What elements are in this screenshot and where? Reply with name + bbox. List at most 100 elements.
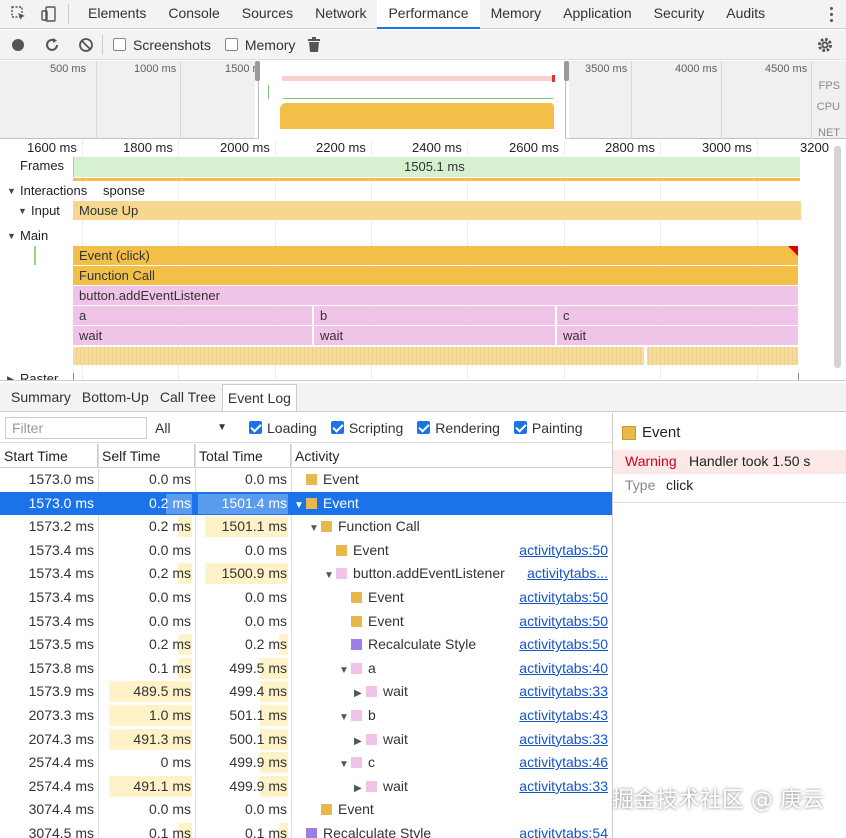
tab-audits[interactable]: Audits [715,0,776,29]
tab-network[interactable]: Network [304,0,377,29]
overview-left-handle[interactable] [255,61,260,81]
table-row[interactable]: 1573.8 ms 0.1 ms 499.5 ms ▼ a activitytabs:40 [0,657,612,681]
raster-track-label[interactable]: Raster [20,371,58,380]
expand-down-icon[interactable]: ▼ [339,706,351,730]
details-tab-summary[interactable]: Summary [6,384,76,411]
interactions-track-label[interactable]: Interactions [20,183,87,198]
wait-bar-1[interactable]: wait [73,326,313,345]
reload-icon[interactable] [44,37,60,53]
source-link[interactable]: activitytabs:33 [519,680,608,704]
table-row[interactable]: 1573.0 ms 0.0 ms 0.0 ms Event [0,468,612,492]
table-row[interactable]: 1573.4 ms 0.0 ms 0.0 ms Event activitytabs:5… [0,610,612,634]
filter-scripting-checkbox[interactable]: Scripting [330,420,403,436]
function-b-bar[interactable]: b [314,306,556,325]
checkbox-icon[interactable] [249,421,262,434]
input-track-label[interactable]: Input [31,203,60,218]
frames-track-label[interactable]: Frames [20,158,64,173]
mouse-up-bar[interactable]: Mouse Up [73,201,801,220]
filter-loading-checkbox[interactable]: Loading [249,420,317,436]
more-options-icon[interactable] [828,6,834,22]
header-total-time[interactable]: Total Time [195,444,291,468]
tab-sources[interactable]: Sources [231,0,304,29]
screenshots-checkbox[interactable] [113,38,126,51]
table-row[interactable]: 3074.4 ms 0.0 ms 0.0 ms Event [0,798,612,822]
table-row[interactable]: 3074.5 ms 0.1 ms 0.1 ms Recalculate Style ac… [0,822,612,838]
main-toggle-icon[interactable]: ▼ [7,231,16,241]
checkbox-icon[interactable] [330,421,344,434]
checkbox-icon[interactable] [417,421,431,434]
tab-memory[interactable]: Memory [480,0,553,29]
tab-application[interactable]: Application [552,0,643,29]
table-row[interactable]: 1573.9 ms 489.5 ms 499.4 ms ▶ wait activityta… [0,680,612,704]
function-call-bar[interactable]: Function Call [73,266,798,285]
source-link[interactable]: activitytabs... [527,562,608,586]
source-link[interactable]: activitytabs:43 [519,704,608,728]
tab-security[interactable]: Security [643,0,716,29]
category-color-swatch [351,615,362,627]
filter-painting-checkbox[interactable]: Painting [513,420,583,436]
table-row[interactable]: 2074.3 ms 491.3 ms 500.1 ms ▶ wait activityta… [0,728,612,752]
tab-performance[interactable]: Performance [377,0,480,29]
expand-down-icon[interactable]: ▼ [339,753,351,777]
source-link[interactable]: activitytabs:33 [519,728,608,752]
table-row[interactable]: 1573.4 ms 0.2 ms 1500.9 ms ▼ button.addEvent… [0,562,612,586]
device-toolbar-icon[interactable] [38,3,60,25]
source-link[interactable]: activitytabs:54 [519,822,608,838]
header-activity[interactable]: Activity [291,444,612,468]
event-click-bar[interactable]: Event (click) [73,246,798,265]
raster-toggle-icon[interactable]: ▶ [7,374,14,380]
total-time-cell: 0.0 ms [244,471,287,487]
expand-down-icon[interactable]: ▼ [294,494,306,518]
tab-elements[interactable]: Elements [77,0,157,29]
details-tab-event-log[interactable]: Event Log [221,384,297,411]
flame-chart[interactable]: 1600 ms 1800 ms 2000 ms 2200 ms 2400 ms 2600 … [0,140,846,381]
source-link[interactable]: activitytabs:50 [519,586,608,610]
checkbox-icon[interactable] [513,421,527,434]
inspect-element-icon[interactable] [8,3,30,25]
source-link[interactable]: activitytabs:50 [519,539,608,563]
main-track-label[interactable]: Main [20,228,48,243]
source-link[interactable]: activitytabs:46 [519,751,608,775]
timeline-scrollbar[interactable] [834,146,841,368]
record-icon[interactable] [12,38,24,51]
function-c-bar[interactable]: c [557,306,798,325]
input-toggle-icon[interactable]: ▼ [18,206,27,216]
table-row[interactable]: 2574.4 ms 0 ms 499.9 ms ▼ c activitytabs:46 [0,751,612,775]
filter-rendering-checkbox[interactable]: Rendering [417,420,500,436]
add-listener-bar[interactable]: button.addEventListener [73,286,798,305]
table-row[interactable]: 1573.4 ms 0.0 ms 0.0 ms Event activitytabs:5… [0,586,612,610]
interactions-toggle-icon[interactable]: ▼ [7,186,16,196]
wait-bar-3[interactable]: wait [557,326,798,345]
wait-bar-2[interactable]: wait [314,326,556,345]
source-link[interactable]: activitytabs:50 [519,633,608,657]
source-link[interactable]: activitytabs:40 [519,657,608,681]
expand-right-icon[interactable]: ▶ [354,777,366,801]
details-tab-call-tree[interactable]: Call Tree [155,384,221,411]
category-select[interactable]: All ▼ [155,420,227,436]
source-link[interactable]: activitytabs:50 [519,610,608,634]
table-row[interactable]: 2574.4 ms 491.1 ms 499.9 ms ▶ wait activityta… [0,775,612,799]
table-row[interactable]: 1573.5 ms 0.2 ms 0.2 ms Recalculate Style ac… [0,633,612,657]
expand-down-icon[interactable]: ▼ [339,659,351,683]
table-row[interactable]: 1573.4 ms 0.0 ms 0.0 ms Event activitytabs:5… [0,539,612,563]
details-tab-bottom-up[interactable]: Bottom-Up [77,384,154,411]
source-link[interactable]: activitytabs:33 [519,775,608,799]
trash-icon[interactable] [307,36,321,53]
function-a-bar[interactable]: a [73,306,313,325]
expand-right-icon[interactable]: ▶ [354,682,366,706]
expand-down-icon[interactable]: ▼ [309,517,321,541]
table-row[interactable]: 1573.2 ms 0.2 ms 1501.1 ms ▼ Function Call [0,515,612,539]
expand-down-icon[interactable]: ▼ [324,564,336,588]
expand-right-icon[interactable]: ▶ [354,730,366,754]
header-self-time[interactable]: Self Time [98,444,195,468]
small-tasks-strip[interactable] [73,347,798,365]
table-row[interactable]: 2073.3 ms 1.0 ms 501.1 ms ▼ b activitytabs:43 [0,704,612,728]
settings-gear-icon[interactable] [816,36,834,54]
header-start-time[interactable]: Start Time [0,444,98,468]
table-row[interactable]: 1573.0 ms 0.2 ms 1501.4 ms ▼ Event [0,491,612,518]
filter-input[interactable]: Filter [5,416,147,439]
timeline-overview[interactable]: 500 ms1000 ms1500 ms2000 ms2500 ms3000 m… [0,61,846,139]
clear-icon[interactable] [78,37,94,53]
memory-checkbox[interactable] [224,38,238,51]
tab-console[interactable]: Console [157,0,230,29]
